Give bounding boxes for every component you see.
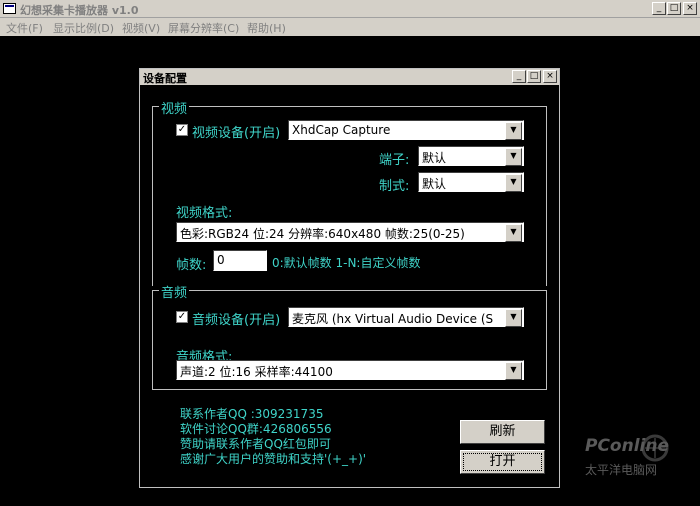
port-select[interactable]: 默认 ▼ <box>418 146 524 166</box>
fps-label: 帧数: <box>176 258 207 273</box>
video-device-label: 视频设备(开启) <box>192 126 281 141</box>
watermark-brand: PConline <box>585 436 670 456</box>
thanks-note: 感谢广大用户的赞助和支持'(+_+)' <box>180 452 367 466</box>
port-label: 端子: <box>379 153 410 168</box>
audio-device-label: 音频设备(开启) <box>192 313 281 328</box>
dialog-minimize-button[interactable]: _ <box>512 70 526 83</box>
audio-group-line <box>152 290 547 291</box>
open-button[interactable]: 打开 <box>460 450 545 474</box>
audio-format-select[interactable]: 声道:2 位:16 采样率:44100 ▼ <box>176 360 524 380</box>
audio-group-border-bottom <box>152 389 547 390</box>
menu-display-scale[interactable]: 显示比例(D) <box>53 20 114 36</box>
fps-value: 0 <box>217 253 225 267</box>
standard-value: 默认 <box>422 177 447 191</box>
watermark-subtitle: 太平洋电脑网 <box>585 463 658 477</box>
video-format-select[interactable]: 色彩:RGB24 位:24 分辨率:640x480 帧数:25(0-25) ▼ <box>176 222 524 242</box>
chevron-down-icon[interactable]: ▼ <box>505 148 522 166</box>
chevron-down-icon[interactable]: ▼ <box>505 174 522 192</box>
video-device-select[interactable]: XhdCap Capture ▼ <box>288 120 524 140</box>
video-device-checkbox[interactable]: ✓ <box>176 124 188 136</box>
video-device-value: XhdCap Capture <box>292 123 391 137</box>
app-icon[interactable] <box>3 3 16 14</box>
standard-label: 制式: <box>379 179 410 194</box>
audio-group-border-left <box>152 290 153 390</box>
menu-file[interactable]: 文件(F) <box>6 20 43 36</box>
video-group-border-left <box>152 106 153 286</box>
audio-device-checkbox[interactable]: ✓ <box>176 311 188 323</box>
menu-screen-resolution[interactable]: 屏幕分辨率(C) <box>168 20 239 36</box>
chevron-down-icon[interactable]: ▼ <box>505 309 522 327</box>
standard-select[interactable]: 默认 ▼ <box>418 172 524 192</box>
audio-device-value: 麦克风 (hx Virtual Audio Device (S <box>292 312 494 326</box>
maximize-button[interactable]: □ <box>667 2 681 15</box>
audio-group-label: 音频 <box>159 282 190 301</box>
port-value: 默认 <box>422 151 447 165</box>
chevron-down-icon[interactable]: ▼ <box>505 224 522 242</box>
video-format-value: 色彩:RGB24 位:24 分辨率:640x480 帧数:25(0-25) <box>180 227 465 241</box>
chevron-down-icon[interactable]: ▼ <box>505 122 522 140</box>
video-format-label: 视频格式: <box>176 206 233 221</box>
audio-device-select[interactable]: 麦克风 (hx Virtual Audio Device (S ▼ <box>288 307 524 327</box>
audio-group-border-right <box>546 290 547 390</box>
pconline-watermark: PConline 太平洋电脑网 <box>583 430 688 480</box>
video-group-border-right <box>546 106 547 286</box>
minimize-button[interactable]: _ <box>652 2 666 15</box>
video-group-label: 视频 <box>159 98 190 117</box>
app-title: 幻想采集卡播放器 v1.0 <box>20 4 139 17</box>
fps-input[interactable]: 0 <box>213 250 267 271</box>
dialog-title: 设备配置 <box>143 72 187 85</box>
dialog-title-bar <box>140 69 559 85</box>
close-button[interactable]: × <box>683 2 697 15</box>
refresh-button[interactable]: 刷新 <box>460 420 545 444</box>
chevron-down-icon[interactable]: ▼ <box>505 362 522 380</box>
video-group-line <box>152 106 547 107</box>
menu-help[interactable]: 帮助(H) <box>247 20 286 36</box>
dialog-maximize-button[interactable]: □ <box>527 70 541 83</box>
dialog-close-button[interactable]: × <box>543 70 557 83</box>
fps-hint: 0:默认帧数 1-N:自定义帧数 <box>272 256 421 270</box>
audio-format-value: 声道:2 位:16 采样率:44100 <box>180 365 333 379</box>
menu-video[interactable]: 视频(V) <box>122 20 160 36</box>
